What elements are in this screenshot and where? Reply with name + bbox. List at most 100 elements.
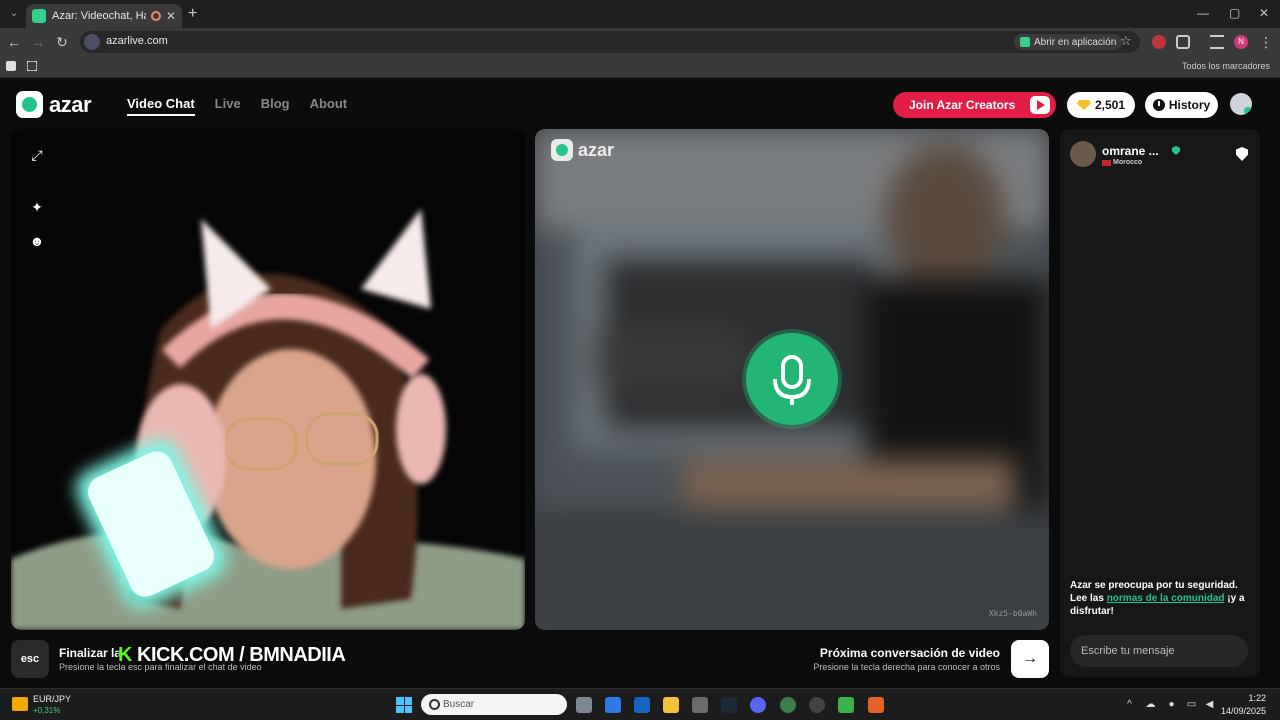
creators-label: Join Azar Creators <box>909 98 1016 112</box>
logo-text: azar <box>49 91 92 117</box>
kick-logo-letter: K <box>118 644 132 666</box>
azar-favicon-icon <box>32 9 46 23</box>
bookmark-item-icon[interactable] <box>6 61 16 71</box>
onedrive-icon[interactable]: ☁ <box>1145 699 1156 710</box>
azar-site: azar Video Chat Live Blog About Join Aza… <box>0 80 1280 688</box>
partner-avatar[interactable] <box>1070 141 1096 167</box>
partner-name[interactable]: omrane ... <box>1102 144 1159 158</box>
expand-icon[interactable]: ⤢ <box>29 147 45 163</box>
vector-app-icon[interactable] <box>868 697 884 713</box>
morocco-flag-icon <box>1102 159 1111 166</box>
next-chat-button[interactable]: → <box>1011 640 1049 678</box>
stream-overlay: K KICK.COM / BMNADIIA <box>118 644 346 667</box>
ticker-name[interactable]: EUR/JPY <box>33 694 71 704</box>
windows-start-icon[interactable] <box>396 697 412 713</box>
file-explorer-icon[interactable] <box>663 697 679 713</box>
country-name: Morocco <box>1113 159 1143 166</box>
community-guidelines-link[interactable]: normas de la comunidad <box>1107 593 1225 604</box>
message-input[interactable] <box>1070 635 1248 667</box>
new-tab-icon[interactable]: + <box>188 5 197 23</box>
ticker-change: +0,31% <box>33 706 61 715</box>
tray-overflow-icon[interactable]: ^ <box>1124 699 1135 710</box>
nav-video-chat[interactable]: Video Chat <box>127 96 195 116</box>
network-icon[interactable]: ▭ <box>1186 699 1197 710</box>
tab-search-icon[interactable]: ⌄ <box>6 6 22 22</box>
browser-toolbar: ← → ↻ azarlive.com Abrir en aplicación ☆… <box>0 28 1280 56</box>
apps-grid-icon[interactable] <box>27 61 37 71</box>
remote-video: azar Xkz5-b0aWh <box>535 129 1049 630</box>
recording-icon <box>150 11 161 21</box>
all-bookmarks[interactable]: Todos los marcadores <box>1182 61 1270 71</box>
maximize-icon[interactable]: ▢ <box>1229 6 1240 20</box>
face-filter-icon[interactable]: ☻ <box>29 233 45 249</box>
taskbar-date[interactable]: 14/09/2025 <box>1221 706 1266 716</box>
market-widget-icon[interactable] <box>12 697 28 711</box>
taskbar-search[interactable]: Buscar <box>421 694 567 715</box>
azar-logo[interactable]: azar <box>16 91 92 118</box>
app-icon <box>1020 37 1030 47</box>
microphone-button[interactable] <box>746 333 838 425</box>
azar-logo-icon <box>16 91 43 118</box>
end-chat-title: Finalizar la <box>59 646 122 660</box>
address-bar[interactable]: azarlive.com Abrir en aplicación ☆ <box>80 31 1140 53</box>
report-shield-icon[interactable] <box>1236 147 1248 161</box>
nav-live[interactable]: Live <box>215 96 241 116</box>
extensions-puzzle-icon[interactable] <box>1176 35 1190 49</box>
tab-title: Azar: Videochat, Haz nuevo <box>52 10 146 22</box>
close-window-icon[interactable]: ✕ <box>1259 6 1269 20</box>
url-text: azarlive.com <box>106 35 168 47</box>
discord-icon[interactable] <box>750 697 766 713</box>
menu-kebab-icon[interactable]: ⋮ <box>1258 34 1274 51</box>
partner-country: Morocco <box>1102 159 1142 166</box>
open-in-app-label: Abrir en aplicación <box>1034 36 1117 48</box>
history-label: History <box>1168 98 1211 112</box>
user-avatar[interactable] <box>1230 93 1252 115</box>
store-icon[interactable] <box>605 697 621 713</box>
reload-icon[interactable]: ↻ <box>54 34 70 51</box>
kick-overlay-text: KICK.COM / BMNADIIA <box>137 644 346 666</box>
nav-blog[interactable]: Blog <box>261 96 290 116</box>
verified-shield-icon <box>1172 146 1180 155</box>
bookmark-star-icon[interactable]: ☆ <box>1120 33 1132 49</box>
open-in-app-button[interactable]: Abrir en aplicación <box>1014 34 1123 50</box>
chat-panel: omrane ... Morocco Azar se preocupa por … <box>1060 129 1260 677</box>
taskbar-time[interactable]: 1:22 <box>1248 693 1266 703</box>
minimize-icon[interactable]: — <box>1197 6 1209 20</box>
local-camera-feed <box>11 129 525 630</box>
task-view-icon[interactable] <box>576 697 592 713</box>
tray-mic-icon[interactable]: ● <box>1166 699 1177 710</box>
browser-tab-azar[interactable]: Azar: Videochat, Haz nuevo ✕ <box>26 4 182 28</box>
windows-taskbar: EUR/JPY +0,31% Buscar ^ ☁ ● ▭ ◀ 1:22 14/… <box>0 688 1280 720</box>
azar-watermark: azar <box>551 139 614 161</box>
steam-icon[interactable] <box>721 697 737 713</box>
chrome-icon[interactable] <box>780 697 796 713</box>
watermark-logo-icon <box>551 139 573 161</box>
obs-icon[interactable] <box>809 697 825 713</box>
local-video: ⤢ ✦ ☻ <box>11 129 525 630</box>
site-info-icon[interactable] <box>84 34 100 50</box>
forward-icon[interactable]: → <box>30 34 46 50</box>
clock-icon <box>1152 99 1165 111</box>
media-controls-icon[interactable] <box>1210 35 1224 49</box>
outlook-icon[interactable] <box>634 697 650 713</box>
back-icon[interactable]: ← <box>6 34 22 50</box>
profile-avatar[interactable]: N <box>1234 35 1248 49</box>
gems-balance-button[interactable]: 2,501 <box>1067 92 1135 118</box>
history-button[interactable]: History <box>1145 92 1218 118</box>
extension-icon[interactable] <box>1152 35 1166 49</box>
gem-icon <box>1076 100 1091 110</box>
join-creators-button[interactable]: Join Azar Creators <box>893 92 1056 118</box>
main-nav: Video Chat Live Blog About <box>127 96 347 116</box>
media-app-icon[interactable] <box>838 697 854 713</box>
app-icon-generic[interactable] <box>692 697 708 713</box>
volume-icon[interactable]: ◀ <box>1204 699 1215 710</box>
close-tab-icon[interactable]: ✕ <box>166 9 176 23</box>
play-icon <box>1030 96 1050 114</box>
end-chat-button[interactable]: esc <box>11 640 49 678</box>
video-code: Xkz5-b0aWh <box>988 609 1037 618</box>
nav-about[interactable]: About <box>310 96 348 116</box>
watermark-text: azar <box>578 139 615 160</box>
gems-count: 2,501 <box>1094 98 1126 112</box>
effects-sparkle-icon[interactable]: ✦ <box>29 199 45 215</box>
next-chat-hint: Presione la tecla derecha para conocer a… <box>813 662 1000 672</box>
